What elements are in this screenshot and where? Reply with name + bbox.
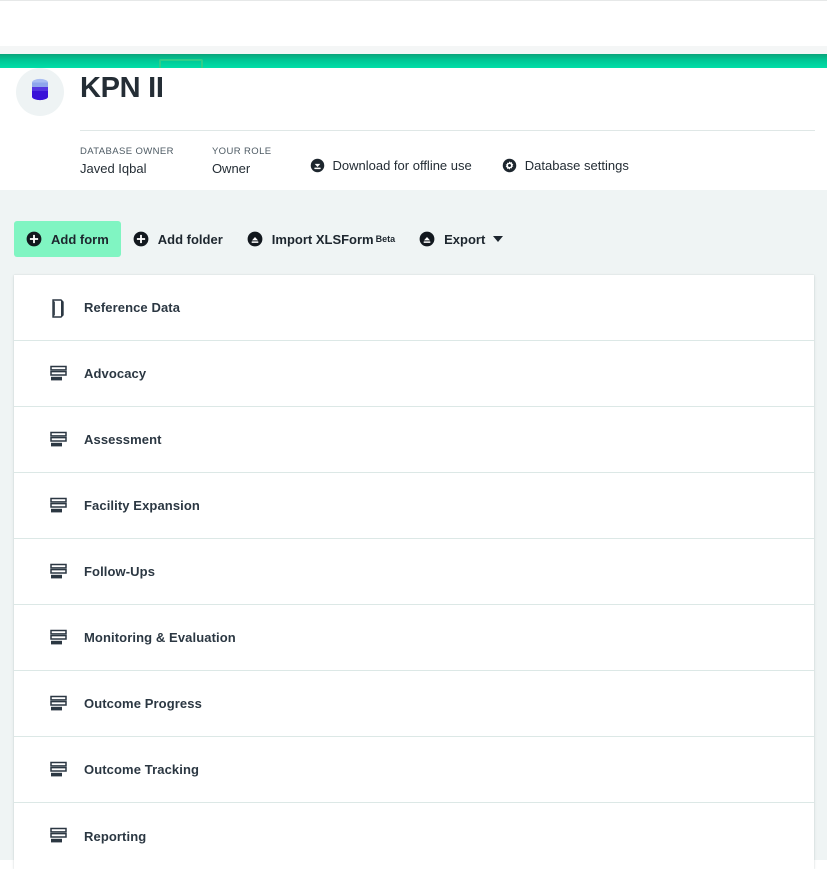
list-item-label: Outcome Tracking	[84, 762, 200, 777]
export-label: Export	[444, 231, 486, 247]
form-icon	[46, 629, 70, 647]
add-form-button[interactable]: Add form	[14, 221, 121, 257]
download-offline-label: Download for offline use	[332, 158, 472, 173]
export-button[interactable]: Export	[407, 221, 515, 257]
upload-circle-icon	[419, 231, 435, 247]
form-icon	[46, 497, 70, 515]
plus-circle-icon	[133, 231, 149, 247]
page-title: KPN II	[80, 72, 164, 104]
list-item-label: Monitoring & Evaluation	[84, 630, 236, 645]
list-item[interactable]: Assessment	[14, 407, 814, 473]
cloud-download-icon	[310, 158, 325, 173]
forms-list: Reference Data Advocacy Assessment Facil…	[14, 275, 814, 869]
list-item-label: Assessment	[84, 432, 162, 447]
add-folder-button[interactable]: Add folder	[121, 221, 235, 257]
meta-label-your-role: YOUR ROLE	[211, 146, 272, 157]
list-item-label: Follow-Ups	[84, 564, 156, 579]
database-settings-button[interactable]: Database settings	[502, 158, 629, 173]
meta-value-your-role: Owner	[211, 161, 251, 176]
meta-value-database-owner: Javed Iqbal	[80, 161, 147, 176]
list-item[interactable]: Reporting	[14, 803, 814, 869]
meta-your-role: YOUR ROLE Owner	[212, 146, 272, 178]
meta-database-owner: DATABASE OWNER Javed Iqbal	[80, 146, 174, 178]
list-item[interactable]: Reference Data	[14, 275, 814, 341]
list-item[interactable]: Facility Expansion	[14, 473, 814, 539]
list-item[interactable]: Advocacy	[14, 341, 814, 407]
form-icon	[46, 761, 70, 779]
list-item[interactable]: Monitoring & Evaluation	[14, 605, 814, 671]
forms-toolbar: Add form Add folder Import XLSForm Beta	[14, 221, 515, 257]
list-item-label: Reference Data	[84, 300, 181, 315]
list-item[interactable]: Follow-Ups	[14, 539, 814, 605]
gear-icon	[502, 158, 517, 173]
meta-label-database-owner: DATABASE OWNER	[80, 146, 174, 157]
browser-top-blank-area	[0, 0, 827, 46]
list-item-label: Facility Expansion	[84, 498, 200, 513]
form-icon	[46, 431, 70, 449]
list-item[interactable]: Outcome Progress	[14, 671, 814, 737]
database-header: KPN II DATABASE OWNER Javed Iqbal YOUR R…	[0, 68, 827, 190]
upload-circle-icon	[247, 231, 263, 247]
form-icon	[46, 695, 70, 713]
import-xlsform-button[interactable]: Import XLSForm Beta	[235, 221, 407, 257]
list-item-label: Advocacy	[84, 366, 147, 381]
form-icon	[46, 827, 70, 845]
add-folder-label: Add folder	[157, 231, 223, 247]
folder-icon	[46, 298, 70, 318]
download-offline-button[interactable]: Download for offline use	[310, 158, 472, 173]
chevron-down-icon	[493, 236, 504, 242]
top-gap-strip	[0, 46, 827, 54]
form-icon	[46, 365, 70, 383]
list-item-label: Reporting	[84, 828, 147, 844]
header-divider	[80, 130, 815, 131]
list-item-label: Outcome Progress	[84, 696, 202, 711]
import-xlsform-label: Import XLSForm	[271, 231, 374, 247]
add-form-label: Add form	[51, 231, 109, 247]
database-cylinder-icon	[29, 78, 51, 107]
list-item[interactable]: Outcome Tracking	[14, 737, 814, 803]
database-avatar	[16, 68, 64, 116]
beta-badge: Beta	[375, 234, 396, 244]
form-icon	[46, 563, 70, 581]
database-settings-label: Database settings	[524, 158, 629, 173]
app-accent-bar	[0, 54, 827, 68]
plus-circle-icon	[26, 231, 42, 247]
database-meta-row: DATABASE OWNER Javed Iqbal YOUR ROLE Own…	[80, 146, 659, 178]
